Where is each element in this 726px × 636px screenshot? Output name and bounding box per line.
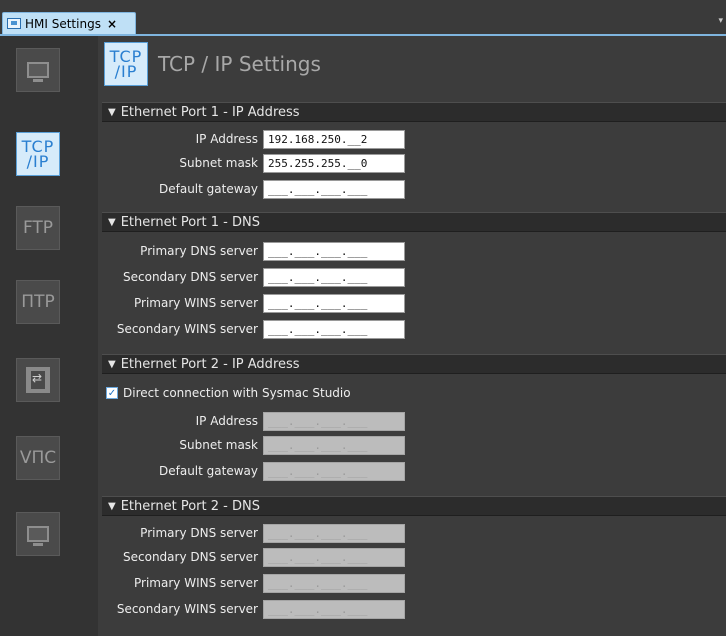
default-gateway-label: Default gateway — [159, 464, 258, 478]
subnet-mask-label: Subnet mask — [179, 156, 258, 170]
ntp-icon: ΠTP — [21, 292, 55, 312]
expand-triangle-icon: ▼ — [108, 500, 116, 512]
tab-overflow-icon[interactable]: ▾ — [718, 16, 723, 26]
eth2-primary-wins-row: Primary WINS server ___.___.___.___ — [98, 574, 726, 594]
vnc-icon: VПC — [19, 448, 57, 468]
sidebar-item-ntp[interactable]: ΠTP — [16, 280, 60, 324]
section-title: Ethernet Port 2 - DNS — [120, 498, 260, 514]
direct-connection-label: Direct connection with Sysmac Studio — [123, 386, 351, 400]
direct-connection-row: ✓ Direct connection with Sysmac Studio — [106, 386, 351, 400]
eth1-primary-dns-row: Primary DNS server ___.___.___.___ — [98, 242, 726, 262]
eth2-subnet-mask-input: ___.___.___.___ — [263, 436, 405, 455]
eth2-secondary-dns-input: ___.___.___.___ — [263, 548, 405, 567]
sidebar-item-vnc[interactable]: VПC — [16, 436, 60, 480]
eth1-default-gateway-input[interactable]: ___.___.___.___ — [263, 180, 405, 199]
tcp-ip-icon: TCP /IP — [22, 139, 55, 171]
eth1-subnet-mask-input[interactable]: 255.255.255.__0 — [263, 154, 405, 173]
primary-dns-label: Primary DNS server — [140, 244, 258, 258]
secondary-wins-label: Secondary WINS server — [116, 322, 258, 336]
eth1-ip-row: IP Address 192.168.250.__2 — [98, 130, 726, 150]
eth2-default-gateway-input: ___.___.___.___ — [263, 462, 405, 481]
sidebar-item-monitor-2[interactable] — [16, 512, 60, 556]
section-eth2-ip[interactable]: ▼ Ethernet Port 2 - IP Address — [102, 354, 726, 374]
primary-wins-label: Primary WINS server — [134, 576, 258, 590]
ftp-icon: FTP — [22, 218, 54, 238]
tcp-ip-icon: TCP /IP — [104, 42, 148, 86]
eth1-secondary-wins-row: Secondary WINS server ___.___.___.___ — [98, 320, 726, 340]
default-gateway-label: Default gateway — [159, 182, 258, 196]
header-icon-bottom: /IP — [114, 62, 138, 81]
eth2-ip-row: IP Address ___.___.___.___ — [98, 412, 726, 432]
tab-strip: HMI Settings × ▾ — [0, 0, 726, 36]
eth1-secondary-wins-input[interactable]: ___.___.___.___ — [263, 320, 405, 339]
eth2-secondary-wins-input: ___.___.___.___ — [263, 600, 405, 619]
eth1-subnet-row: Subnet mask 255.255.255.__0 — [98, 154, 726, 174]
tab-hmi-settings[interactable]: HMI Settings × — [2, 12, 136, 34]
page-title: TCP / IP Settings — [158, 52, 321, 76]
eth2-gateway-row: Default gateway ___.___.___.___ — [98, 462, 726, 482]
primary-wins-label: Primary WINS server — [134, 296, 258, 310]
tcp-ip-label-bottom: /IP — [26, 152, 50, 171]
direct-connection-checkbox[interactable]: ✓ — [106, 387, 118, 399]
subnet-mask-label: Subnet mask — [179, 438, 258, 452]
eth1-secondary-dns-row: Secondary DNS server ___.___.___.___ — [98, 268, 726, 288]
eth1-primary-wins-input[interactable]: ___.___.___.___ — [263, 294, 405, 313]
section-title: Ethernet Port 2 - IP Address — [120, 356, 300, 372]
eth2-subnet-row: Subnet mask ___.___.___.___ — [98, 436, 726, 456]
sidebar: TCP /IP FTP ΠTP VПC — [0, 36, 98, 636]
transfer-icon — [26, 367, 50, 393]
tab-label: HMI Settings — [25, 16, 101, 31]
settings-panel: TCP /IP TCP / IP Settings ▼ Ethernet Por… — [98, 36, 726, 636]
eth1-primary-dns-input[interactable]: ___.___.___.___ — [263, 242, 405, 261]
secondary-dns-label: Secondary DNS server — [123, 270, 258, 284]
monitor-icon — [27, 526, 49, 546]
primary-dns-label: Primary DNS server — [140, 526, 258, 540]
monitor-icon — [27, 62, 49, 82]
eth1-primary-wins-row: Primary WINS server ___.___.___.___ — [98, 294, 726, 314]
secondary-wins-label: Secondary WINS server — [116, 602, 258, 616]
eth1-ip-address-input[interactable]: 192.168.250.__2 — [263, 130, 405, 149]
expand-triangle-icon: ▼ — [108, 216, 116, 228]
eth2-secondary-dns-row: Secondary DNS server ___.___.___.___ — [98, 548, 726, 568]
sidebar-item-tcp-ip[interactable]: TCP /IP — [16, 132, 60, 176]
ip-address-label: IP Address — [195, 414, 258, 428]
sidebar-item-monitor[interactable] — [16, 48, 60, 92]
eth2-primary-dns-row: Primary DNS server ___.___.___.___ — [98, 524, 726, 544]
close-icon[interactable]: × — [107, 17, 117, 31]
page-header: TCP /IP TCP / IP Settings — [104, 42, 321, 86]
eth2-primary-dns-input: ___.___.___.___ — [263, 524, 405, 543]
expand-triangle-icon: ▼ — [108, 358, 116, 370]
section-eth1-ip[interactable]: ▼ Ethernet Port 1 - IP Address — [102, 102, 726, 122]
eth2-secondary-wins-row: Secondary WINS server ___.___.___.___ — [98, 600, 726, 620]
monitor-icon — [7, 18, 21, 29]
eth1-gateway-row: Default gateway ___.___.___.___ — [98, 180, 726, 200]
expand-triangle-icon: ▼ — [108, 106, 116, 118]
section-eth1-dns[interactable]: ▼ Ethernet Port 1 - DNS — [102, 212, 726, 232]
eth1-secondary-dns-input[interactable]: ___.___.___.___ — [263, 268, 405, 287]
section-eth2-dns[interactable]: ▼ Ethernet Port 2 - DNS — [102, 496, 726, 516]
ip-address-label: IP Address — [195, 132, 258, 146]
sidebar-item-ftp[interactable]: FTP — [16, 206, 60, 250]
eth2-ip-address-input: ___.___.___.___ — [263, 412, 405, 431]
secondary-dns-label: Secondary DNS server — [123, 550, 258, 564]
sidebar-item-transfer[interactable] — [16, 358, 60, 402]
section-title: Ethernet Port 1 - DNS — [120, 214, 260, 230]
eth2-primary-wins-input: ___.___.___.___ — [263, 574, 405, 593]
section-title: Ethernet Port 1 - IP Address — [120, 104, 300, 120]
